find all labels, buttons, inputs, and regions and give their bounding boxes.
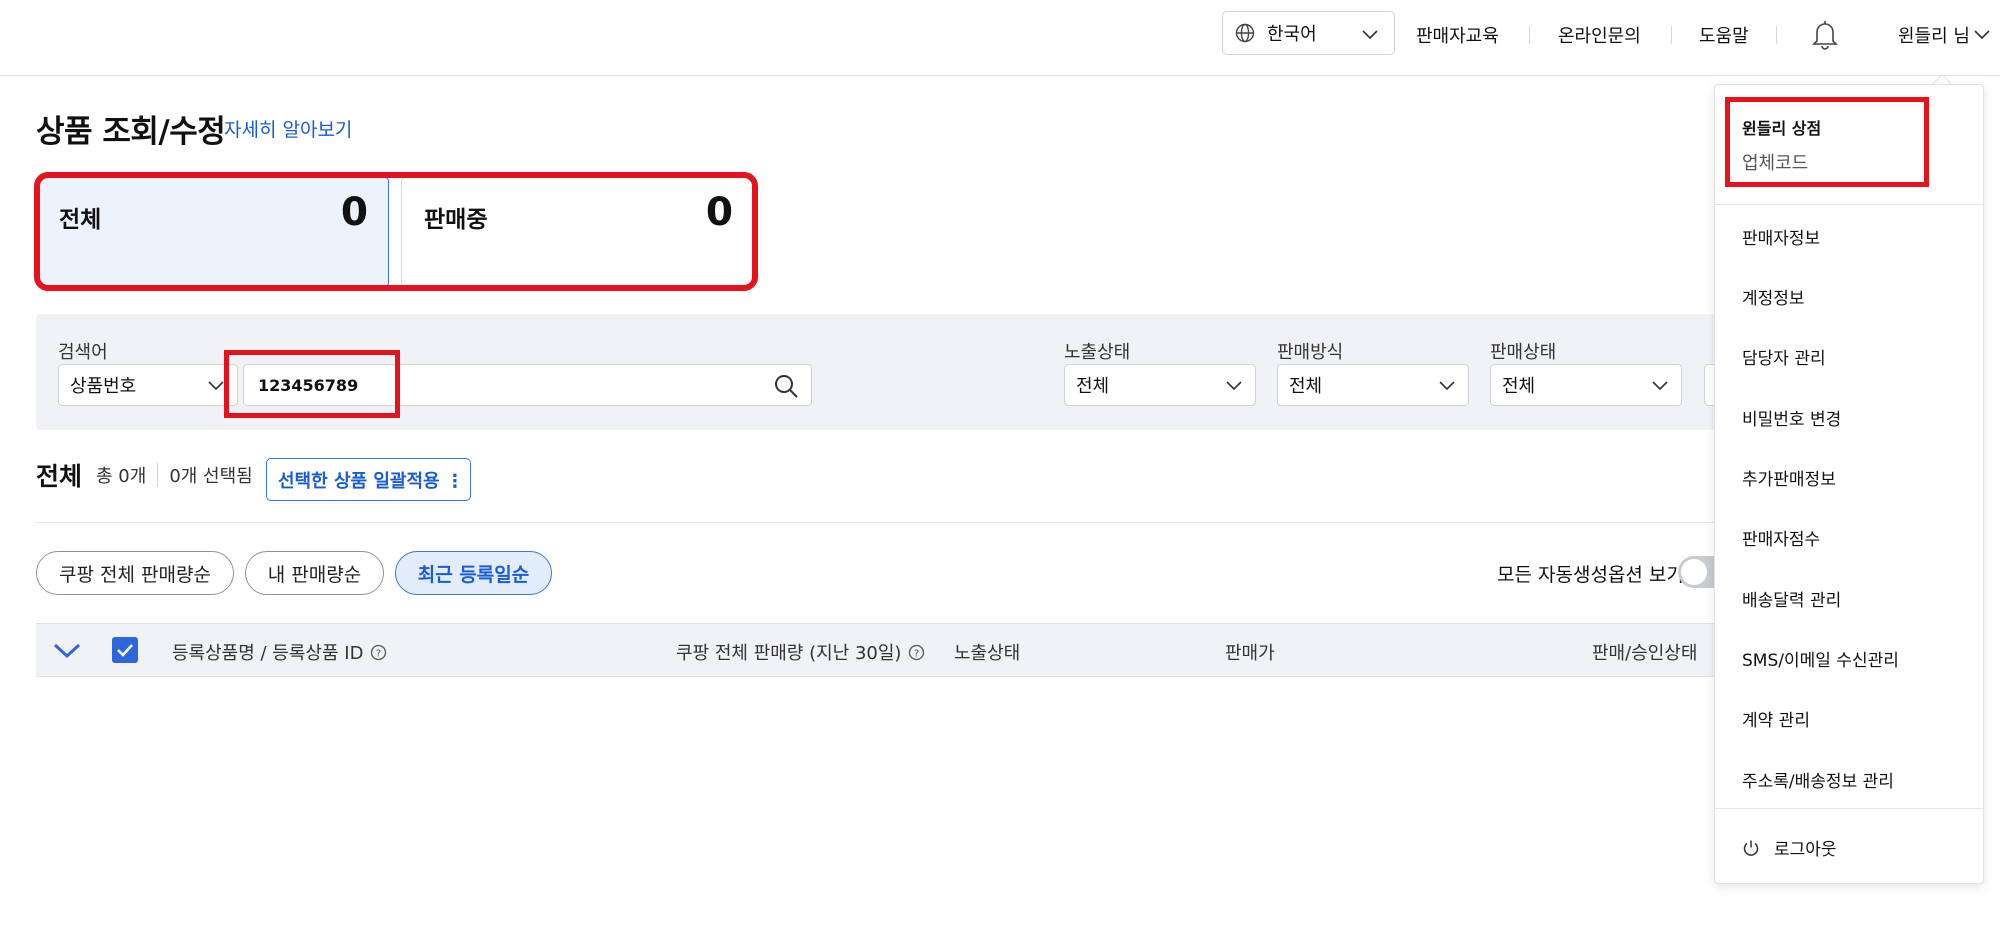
chevron-down-icon	[1439, 381, 1455, 391]
sale-status-select[interactable]: 전체	[1490, 364, 1682, 406]
column-coupang-sales: 쿠팡 전체 판매량 (지난 30일) ?	[676, 639, 925, 665]
logout-label: 로그아웃	[1774, 840, 1837, 860]
divider	[36, 522, 1726, 523]
menu-item-address-book[interactable]: 주소록/배송정보 관리	[1742, 767, 1894, 792]
page-title: 상품 조회/수정	[36, 114, 226, 150]
divider	[1671, 26, 1672, 44]
sort-recent-button[interactable]: 최근 등록일순	[395, 551, 552, 595]
sale-method-select[interactable]: 전체	[1277, 364, 1469, 406]
menu-item-contract[interactable]: 계약 관리	[1742, 706, 1810, 731]
keyword-label: 검색어	[58, 342, 108, 363]
column-label: 판매가	[1225, 643, 1275, 664]
column-label: 노출상태	[954, 643, 1021, 664]
sale-status-value: 전체	[1502, 376, 1536, 397]
menu-item-sms-email[interactable]: SMS/이메일 수신관리	[1742, 646, 1899, 671]
language-select[interactable]: 한국어	[1222, 11, 1395, 55]
highlight-box	[1725, 97, 1929, 187]
chevron-down-icon	[1652, 381, 1668, 391]
chevron-down-icon	[208, 381, 224, 391]
divider	[1715, 204, 1983, 205]
svg-text:?: ?	[376, 648, 381, 659]
bell-icon[interactable]	[1811, 18, 1839, 50]
menu-item-manager[interactable]: 담당자 관리	[1742, 344, 1826, 369]
check-icon	[117, 644, 133, 657]
menu-item-account-info[interactable]: 계정정보	[1742, 284, 1805, 309]
total-count: 총 0개	[96, 466, 147, 487]
svg-text:?: ?	[914, 648, 919, 659]
table-header: 등록상품명 / 등록상품 ID ? 쿠팡 전체 판매량 (지난 30일) ? 노…	[36, 623, 1726, 677]
menu-item-seller-score[interactable]: 판매자점수	[1742, 525, 1820, 550]
help-link[interactable]: 도움말	[1699, 22, 1749, 48]
chevron-down-icon[interactable]	[52, 642, 82, 660]
exposure-value: 전체	[1076, 376, 1110, 397]
user-menu: 윈들리 상점 업체코드 판매자정보 계정정보 담당자 관리 비밀번호 변경 추가…	[1714, 84, 1984, 884]
exposure-select[interactable]: 전체	[1064, 364, 1256, 406]
divider	[1776, 26, 1777, 44]
divider	[157, 463, 159, 487]
logout-button[interactable]: 로그아웃	[1742, 835, 1837, 860]
selected-count: 0개 선택됨	[169, 466, 253, 487]
menu-item-delivery-calendar[interactable]: 배송달력 관리	[1742, 586, 1841, 611]
language-label: 한국어	[1267, 24, 1317, 45]
keyword-type-value: 상품번호	[70, 376, 137, 397]
sort-coupang-sales-button[interactable]: 쿠팡 전체 판매량순	[36, 551, 234, 595]
sale-status-label: 판매상태	[1490, 342, 1557, 363]
list-title: 전체	[36, 462, 83, 491]
globe-icon	[1235, 23, 1255, 43]
menu-item-password[interactable]: 비밀번호 변경	[1742, 405, 1841, 430]
menu-item-extra-sales-info[interactable]: 추가판매정보	[1742, 465, 1836, 490]
batch-apply-button[interactable]: 선택한 상품 일괄적용 ⋮	[266, 458, 471, 501]
column-price: 판매가	[1225, 639, 1275, 665]
column-label: 쿠팡 전체 판매량 (지난 30일)	[676, 643, 902, 664]
help-icon[interactable]: ?	[908, 644, 925, 661]
column-product-name: 등록상품명 / 등록상품 ID ?	[172, 639, 387, 665]
learn-more-link[interactable]: 자세히 알아보기	[224, 115, 352, 142]
online-inquiry-link[interactable]: 온라인문의	[1558, 22, 1641, 48]
highlight-box	[224, 350, 400, 418]
column-label: 등록상품명 / 등록상품 ID	[172, 643, 364, 664]
list-header: 전체 총 0개 0개 선택됨	[36, 457, 253, 493]
menu-item-seller-info[interactable]: 판매자정보	[1742, 224, 1820, 249]
help-icon[interactable]: ?	[370, 644, 387, 661]
highlight-box	[34, 172, 758, 291]
column-status: 판매/승인상태	[1592, 639, 1697, 665]
sale-method-value: 전체	[1289, 376, 1323, 397]
exposure-label: 노출상태	[1064, 342, 1131, 363]
column-exposure: 노출상태	[954, 639, 1020, 665]
column-label: 판매/승인상태	[1592, 643, 1698, 664]
sale-method-label: 판매방식	[1277, 342, 1344, 363]
search-icon[interactable]	[773, 373, 799, 399]
power-icon	[1743, 840, 1759, 856]
chevron-down-icon	[1362, 30, 1378, 40]
top-bar: 한국어 판매자교육 온라인문의 도움말 윈들리 님	[0, 0, 2000, 76]
select-all-checkbox[interactable]	[112, 637, 138, 663]
keyword-type-select[interactable]: 상품번호	[58, 364, 238, 406]
chevron-down-icon	[1226, 381, 1242, 391]
seller-education-link[interactable]: 판매자교육	[1416, 22, 1499, 48]
chevron-down-icon[interactable]	[1973, 26, 1991, 44]
sort-my-sales-button[interactable]: 내 판매량순	[245, 551, 384, 595]
auto-option-label: 모든 자동생성옵션 보기	[1497, 564, 1684, 586]
toggle-knob	[1681, 559, 1707, 585]
user-name[interactable]: 윈들리 님	[1898, 22, 1970, 48]
divider	[1529, 26, 1530, 44]
divider	[1715, 808, 1983, 809]
